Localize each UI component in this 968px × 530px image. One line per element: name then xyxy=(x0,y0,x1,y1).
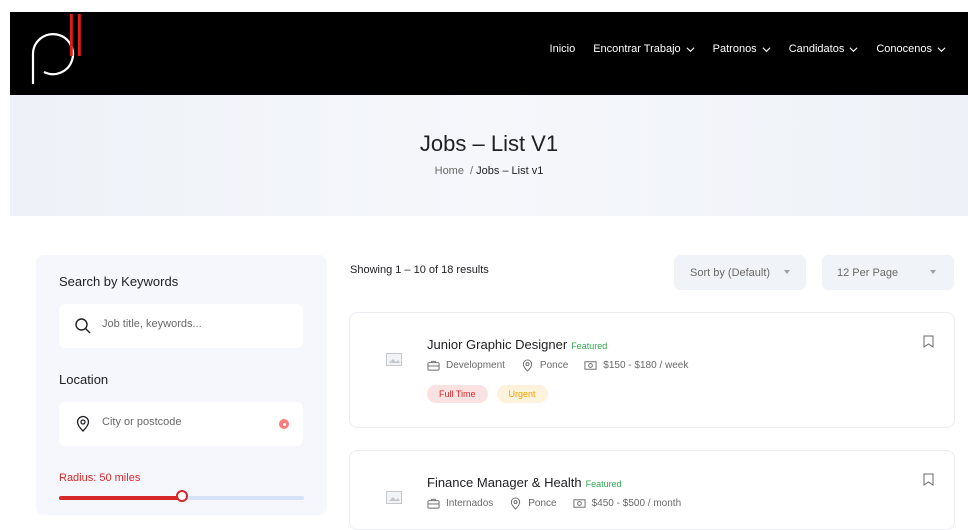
radius-slider-fill xyxy=(59,496,182,500)
job-title[interactable]: Junior Graphic Designer Featured xyxy=(427,337,607,352)
location-title: Location xyxy=(59,372,109,387)
radius-label: Radius: 50 miles xyxy=(59,472,141,484)
location-pin-icon xyxy=(76,415,90,432)
job-category: Internados xyxy=(427,497,493,510)
radius-slider-handle[interactable] xyxy=(176,490,188,502)
money-icon xyxy=(584,361,597,370)
breadcrumb-separator: / xyxy=(470,165,474,177)
image-placeholder-icon xyxy=(386,353,402,366)
briefcase-icon xyxy=(427,498,440,509)
caret-down-icon xyxy=(930,270,936,274)
keywords-placeholder: Job title, keywords... xyxy=(102,318,202,330)
nav-label: Inicio xyxy=(549,43,576,55)
job-meta: Development Ponce $150 - $180 / week xyxy=(427,359,688,372)
keywords-input[interactable]: Job title, keywords... xyxy=(59,304,303,348)
per-page-select-value: 12 Per Page xyxy=(837,266,899,279)
chevron-down-icon xyxy=(849,46,858,52)
breadcrumb-current: Jobs – List v1 xyxy=(476,165,544,177)
nav-item-encontrar-trabajo[interactable]: Encontrar Trabajo xyxy=(593,43,695,55)
sort-select[interactable]: Sort by (Default) xyxy=(674,255,806,290)
nav-label: Encontrar Trabajo xyxy=(593,43,681,55)
clear-location-icon[interactable] xyxy=(279,419,289,429)
breadcrumb: Home / Jobs – List v1 xyxy=(10,165,968,177)
job-salary-text: $150 - $180 / week xyxy=(603,360,689,371)
chevron-down-icon xyxy=(762,46,771,52)
job-location: Ponce xyxy=(521,359,568,372)
tag-full-time[interactable]: Full Time xyxy=(427,385,488,403)
money-icon xyxy=(573,499,586,508)
caret-down-icon xyxy=(784,270,790,274)
job-title-text: Finance Manager & Health xyxy=(427,475,582,490)
job-card[interactable]: Finance Manager & Health Featured Interna… xyxy=(349,450,955,530)
job-location-text: Ponce xyxy=(528,498,557,509)
breadcrumb-home[interactable]: Home xyxy=(435,165,464,177)
featured-label: Featured xyxy=(571,341,608,351)
job-meta: Internados Ponce $450 - $500 / month xyxy=(427,497,681,510)
filter-sidebar: Search by Keywords Job title, keywords..… xyxy=(36,255,327,515)
job-category-text: Internados xyxy=(446,498,494,509)
featured-label: Featured xyxy=(585,479,622,489)
job-card[interactable]: Junior Graphic Designer Featured Developm… xyxy=(349,312,955,428)
location-pin-icon xyxy=(522,359,533,372)
job-location: Ponce xyxy=(509,497,557,510)
nav-label: Conocenos xyxy=(876,43,932,55)
job-salary: $150 - $180 / week xyxy=(584,359,688,372)
image-placeholder-icon xyxy=(386,491,402,504)
job-title[interactable]: Finance Manager & Health Featured xyxy=(427,475,622,490)
nav-item-conocenos[interactable]: Conocenos xyxy=(876,43,946,55)
nav-label: Candidatos xyxy=(788,43,845,55)
sort-select-value: Sort by (Default) xyxy=(690,266,771,279)
job-location-text: Ponce xyxy=(539,360,569,371)
chevron-down-icon xyxy=(686,46,695,52)
keywords-title: Search by Keywords xyxy=(59,274,179,289)
radius-slider[interactable] xyxy=(59,490,304,502)
job-category-text: Development xyxy=(446,360,505,371)
job-salary-text: $450 - $500 / month xyxy=(591,498,682,509)
location-input[interactable]: City or postcode xyxy=(59,402,303,446)
page-hero: Jobs – List V1 Home / Jobs – List v1 xyxy=(10,95,968,216)
tag-urgent[interactable]: Urgent xyxy=(496,385,548,403)
location-placeholder: City or postcode xyxy=(102,416,182,428)
job-category: Development xyxy=(427,359,505,372)
site-header: Inicio Encontrar Trabajo Patronos Candid… xyxy=(10,12,968,95)
nav-label: Patronos xyxy=(712,43,757,55)
bookmark-icon[interactable] xyxy=(923,335,934,348)
job-salary: $450 - $500 / month xyxy=(573,497,682,510)
page-title: Jobs – List V1 xyxy=(419,131,559,156)
site-logo[interactable] xyxy=(24,14,94,86)
job-tags: Full Time Urgent xyxy=(427,385,548,403)
chevron-down-icon xyxy=(937,46,946,52)
job-title-text: Junior Graphic Designer xyxy=(427,337,568,352)
nav-item-inicio[interactable]: Inicio xyxy=(550,43,576,55)
search-icon xyxy=(75,318,91,334)
main-nav: Inicio Encontrar Trabajo Patronos Candid… xyxy=(550,43,946,55)
per-page-select[interactable]: 12 Per Page xyxy=(822,255,954,290)
briefcase-icon xyxy=(427,360,440,371)
bookmark-icon[interactable] xyxy=(923,473,934,486)
top-band xyxy=(0,0,968,12)
location-pin-icon xyxy=(511,497,521,510)
nav-item-candidatos[interactable]: Candidatos xyxy=(789,43,859,55)
results-count: Showing 1 – 10 of 18 results xyxy=(350,264,489,276)
nav-item-patronos[interactable]: Patronos xyxy=(713,43,771,55)
